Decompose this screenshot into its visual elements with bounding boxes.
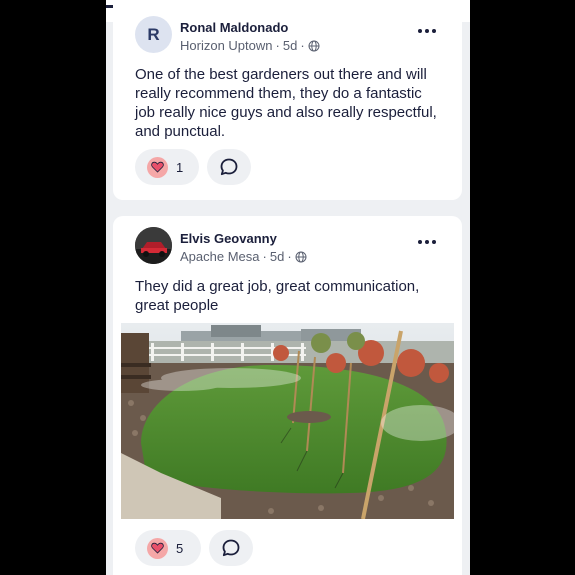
reaction-count: 5 <box>176 540 184 556</box>
feed-screen: R Ronal Maldonado Horizon Uptown · 5d · … <box>106 0 470 575</box>
post-meta: Horizon Uptown · 5d · <box>180 38 320 53</box>
reaction-button[interactable]: 5 <box>135 530 201 566</box>
avatar[interactable]: R <box>135 16 172 53</box>
comment-button[interactable] <box>209 530 253 566</box>
lawn-sprinkler-image <box>121 323 454 519</box>
more-options-icon[interactable] <box>418 28 436 34</box>
comment-icon <box>220 158 238 176</box>
heart-icon <box>147 156 168 178</box>
reaction-count: 1 <box>176 159 184 175</box>
avatar[interactable] <box>135 227 172 264</box>
globe-icon <box>308 40 320 51</box>
more-options-icon[interactable] <box>418 239 436 245</box>
post-author[interactable]: Elvis Geovanny <box>180 231 277 246</box>
post-author[interactable]: Ronal Maldonado <box>180 20 288 35</box>
heart-icon <box>147 537 168 559</box>
post-neighborhood[interactable]: Horizon Uptown <box>180 38 273 53</box>
globe-icon <box>295 251 307 262</box>
post-neighborhood[interactable]: Apache Mesa <box>180 249 260 264</box>
comment-icon <box>222 539 240 557</box>
meta-separator: · <box>275 38 280 53</box>
meta-separator: · <box>262 249 267 264</box>
meta-separator: · <box>287 249 292 264</box>
post-card[interactable]: Elvis Geovanny Apache Mesa · 5d · They d… <box>113 216 462 575</box>
post-time: 5d <box>282 38 298 53</box>
post-time: 5d <box>269 249 285 264</box>
post-body: They did a great job, great communicatio… <box>135 278 420 314</box>
post-body: One of the best gardeners out there and … <box>135 66 437 140</box>
comment-button[interactable] <box>207 149 251 185</box>
post-meta: Apache Mesa · 5d · <box>180 249 307 264</box>
reaction-button[interactable]: 1 <box>135 149 199 185</box>
meta-separator: · <box>300 38 305 53</box>
post-card[interactable]: R Ronal Maldonado Horizon Uptown · 5d · … <box>113 0 462 200</box>
post-photo[interactable] <box>121 323 454 519</box>
